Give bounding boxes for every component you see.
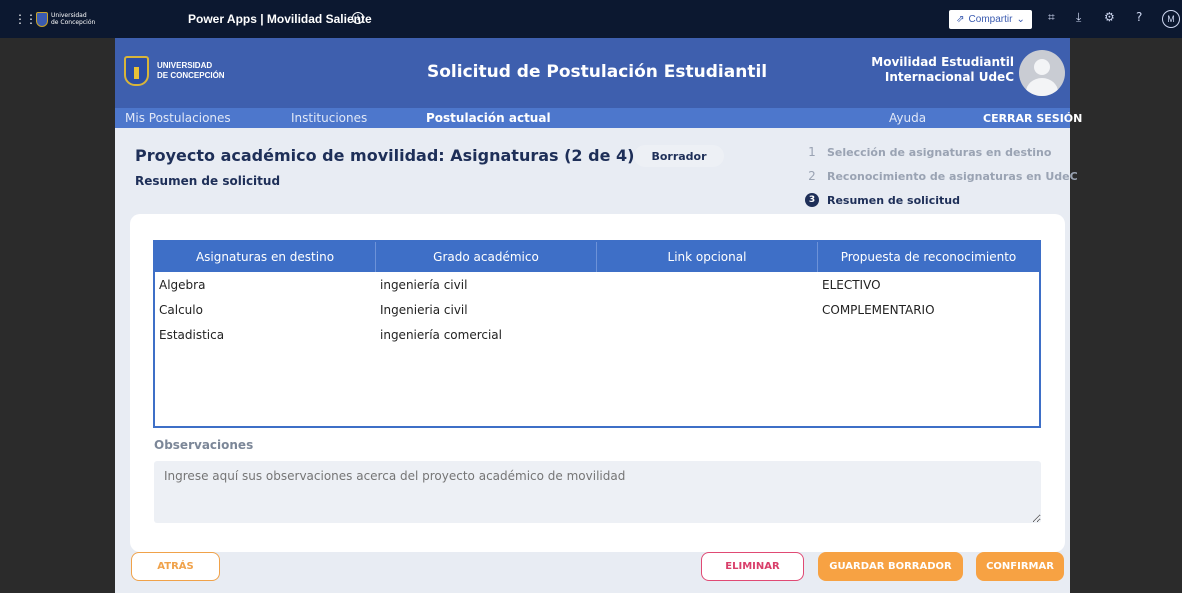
table-row[interactable]: Calculo Ingenieria civil COMPLEMENTARIO bbox=[155, 297, 1039, 322]
share-icon: ⇗ bbox=[956, 14, 965, 25]
step-number: 1 bbox=[808, 145, 816, 159]
delete-button[interactable]: ELIMINAR bbox=[701, 552, 804, 581]
observations-input[interactable] bbox=[154, 461, 1041, 523]
download-icon[interactable]: ⤓ bbox=[1076, 10, 1081, 25]
observations-label: Observaciones bbox=[154, 438, 254, 452]
user-avatar[interactable] bbox=[1019, 50, 1065, 96]
share-label: Compartir bbox=[968, 14, 1013, 25]
page-header-title: Solicitud de Postulación Estudiantil bbox=[427, 62, 768, 82]
step-number: 3 bbox=[805, 193, 819, 207]
app-canvas: UNIVERSIDAD DE CONCEPCIÓN Solicitud de P… bbox=[115, 38, 1082, 593]
step-label: Reconocimiento de asignaturas en UdeC bbox=[827, 169, 1078, 183]
power-apps-bar: ⋮⋮⋮ Universidad de Concepción Power Apps… bbox=[0, 0, 1182, 38]
main-nav: Mis Postulaciones Instituciones Postulac… bbox=[115, 108, 1082, 128]
column-header-propuesta: Propuesta de reconocimiento bbox=[840, 250, 1017, 264]
share-button[interactable]: ⇗ Compartir ⌄ bbox=[949, 10, 1032, 29]
table-cell: Ingenieria civil bbox=[380, 302, 468, 317]
user-avatar-small[interactable]: M bbox=[1162, 10, 1180, 28]
info-icon[interactable]: i bbox=[352, 12, 364, 24]
shield-icon bbox=[36, 11, 48, 27]
nav-item-postulacion-actual[interactable]: Postulación actual bbox=[426, 111, 551, 125]
column-header-link: Link opcional bbox=[597, 242, 818, 272]
step-label: Resumen de solicitud bbox=[827, 193, 960, 207]
table-cell: ingeniería civil bbox=[380, 277, 468, 292]
gear-icon[interactable]: ⚙ bbox=[1104, 10, 1115, 24]
table-row[interactable]: Estadistica ingeniería comercial bbox=[155, 322, 1039, 347]
table-cell: COMPLEMENTARIO bbox=[822, 302, 935, 317]
table-cell: Calculo bbox=[159, 302, 203, 317]
avatar-body bbox=[1026, 78, 1058, 96]
status-badge: Borrador bbox=[634, 145, 724, 167]
table-cell: ELECTIVO bbox=[822, 277, 881, 292]
step-number: 2 bbox=[808, 169, 816, 183]
table-cell: ingeniería comercial bbox=[380, 327, 502, 342]
app-header: UNIVERSIDAD DE CONCEPCIÓN Solicitud de P… bbox=[115, 38, 1070, 108]
fit-to-window-icon[interactable]: ⌗ bbox=[1048, 10, 1055, 25]
table-row[interactable]: Algebra ingeniería civil ELECTIVO bbox=[155, 272, 1039, 297]
step-2[interactable]: 2 Reconocimiento de asignaturas en UdeC bbox=[805, 164, 1078, 188]
avatar-head bbox=[1034, 59, 1050, 75]
help-icon[interactable]: ? bbox=[1136, 10, 1142, 24]
org-logo: Universidad de Concepción bbox=[36, 10, 96, 28]
program-name: Movilidad Estudiantil Internacional UdeC bbox=[871, 55, 1014, 85]
page-subtitle: Resumen de solicitud bbox=[135, 174, 281, 188]
step-1[interactable]: 1 Selección de asignaturas en destino bbox=[805, 140, 1078, 164]
program-name-line1: Movilidad Estudiantil bbox=[871, 55, 1014, 69]
table-cell: Algebra bbox=[159, 277, 206, 292]
summary-card: Asignaturas en destino Grado académico L… bbox=[130, 214, 1065, 552]
chevron-down-icon: ⌄ bbox=[1016, 14, 1025, 25]
org-logo-line1: Universidad bbox=[51, 12, 87, 19]
table-cell: Estadistica bbox=[159, 327, 225, 342]
university-logo: UNIVERSIDAD DE CONCEPCIÓN bbox=[124, 56, 225, 86]
column-header-asignaturas: Asignaturas en destino bbox=[155, 242, 376, 272]
table-header: Asignaturas en destino Grado académico L… bbox=[155, 242, 1039, 272]
nav-item-ayuda[interactable]: Ayuda bbox=[889, 111, 926, 125]
shield-icon bbox=[124, 56, 149, 86]
page-title: Proyecto académico de movilidad: Asignat… bbox=[135, 146, 635, 165]
nav-item-mis-postulaciones[interactable]: Mis Postulaciones bbox=[125, 111, 231, 125]
app-title: Power Apps | Movilidad Saliente bbox=[188, 12, 372, 26]
org-logo-line2: de Concepción bbox=[51, 19, 96, 26]
subjects-table: Asignaturas en destino Grado académico L… bbox=[153, 240, 1041, 428]
column-header-grado: Grado académico bbox=[376, 242, 597, 272]
confirm-button[interactable]: CONFIRMAR bbox=[976, 552, 1064, 581]
step-3[interactable]: 3 Resumen de solicitud bbox=[805, 188, 1078, 212]
save-draft-button[interactable]: GUARDAR BORRADOR bbox=[818, 552, 963, 581]
logo-line2: DE CONCEPCIÓN bbox=[157, 71, 225, 80]
logout-link[interactable]: CERRAR SESIÓN bbox=[983, 112, 1082, 125]
program-name-line2: Internacional UdeC bbox=[884, 70, 1014, 84]
back-button[interactable]: ATRÁS bbox=[131, 552, 220, 581]
step-label: Selección de asignaturas en destino bbox=[827, 145, 1052, 159]
progress-steps: 1 Selección de asignaturas en destino 2 … bbox=[805, 140, 1078, 212]
logo-line1: UNIVERSIDAD bbox=[157, 61, 213, 70]
nav-item-instituciones[interactable]: Instituciones bbox=[291, 111, 367, 125]
